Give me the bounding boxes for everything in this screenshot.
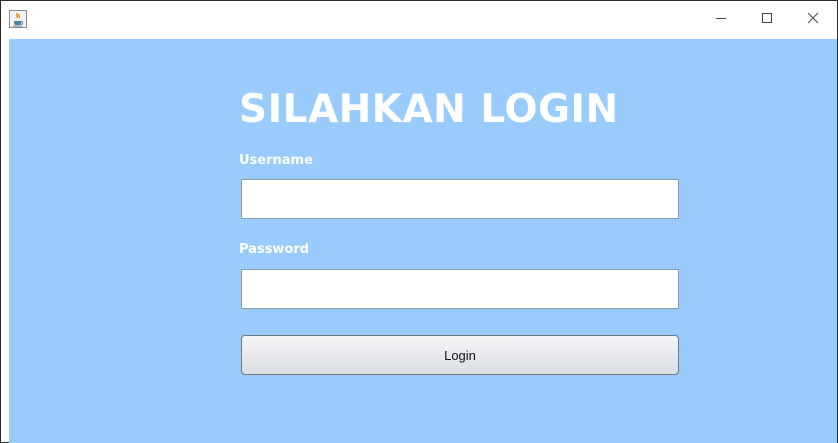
login-button-label: Login — [444, 347, 476, 363]
app-window: SILAHKAN LOGIN Username Password Login — [0, 0, 838, 443]
minimize-icon — [715, 11, 727, 29]
maximize-icon — [761, 11, 773, 29]
password-field[interactable] — [241, 269, 679, 309]
page-title: SILAHKAN LOGIN — [239, 87, 619, 132]
username-field[interactable] — [241, 179, 679, 219]
close-icon — [807, 11, 819, 29]
java-cup-icon — [9, 10, 27, 28]
maximize-button[interactable] — [744, 1, 790, 39]
title-bar[interactable] — [1, 1, 837, 39]
username-label: Username — [239, 153, 313, 168]
minimize-button[interactable] — [698, 1, 744, 39]
password-label: Password — [239, 242, 310, 257]
login-button[interactable]: Login — [241, 335, 679, 375]
login-panel: SILAHKAN LOGIN Username Password Login — [9, 39, 837, 443]
close-button[interactable] — [790, 1, 836, 39]
